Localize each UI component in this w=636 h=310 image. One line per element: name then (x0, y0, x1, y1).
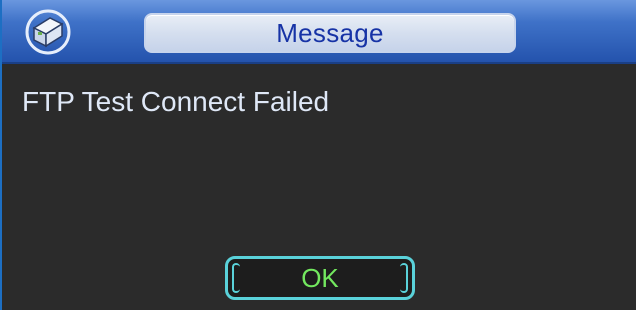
message-dialog: Message FTP Test Connect Failed OK (0, 0, 636, 310)
dvr-device-icon (25, 9, 71, 55)
message-text: FTP Test Connect Failed (22, 86, 330, 117)
ok-button-label: OK (301, 262, 339, 293)
dialog-titlebar: Message (2, 0, 636, 64)
dialog-title: Message (276, 17, 384, 48)
ok-button[interactable]: OK (225, 256, 415, 300)
title-pill: Message (144, 13, 516, 53)
